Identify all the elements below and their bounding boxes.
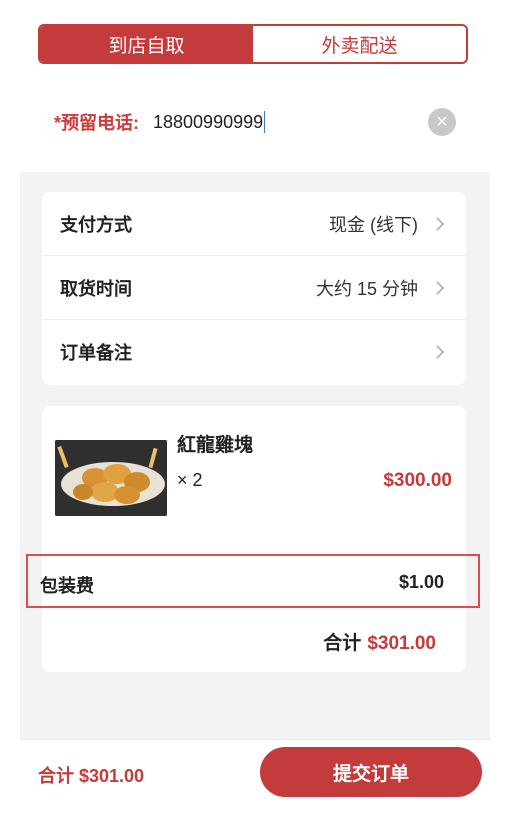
bottom-bar: 合计 $301.00 提交订单 <box>20 739 490 813</box>
subtotal-label: 合计 <box>323 633 362 654</box>
chevron-right-icon <box>436 280 445 295</box>
phone-label: *预留电话: <box>54 113 139 133</box>
tab-delivery[interactable]: 外卖配送 <box>253 26 466 62</box>
chevron-right-icon <box>436 216 445 231</box>
item-name: 紅龍雞塊 <box>177 435 254 456</box>
packaging-fee-label: 包装费 <box>40 576 94 596</box>
payment-method-row[interactable]: 支付方式 现金 (线下) <box>42 192 466 256</box>
payment-method-value: 现金 (线下) <box>329 214 418 235</box>
chicken-nuggets-photo <box>55 440 167 516</box>
chevron-right-icon <box>436 345 445 359</box>
pickup-time-value: 大约 15 分钟 <box>315 278 418 299</box>
pickup-time-row[interactable]: 取货时间 大约 15 分钟 <box>42 256 466 320</box>
item-price: $300.00 <box>383 470 452 491</box>
checkout-page: 到店自取 外卖配送 *预留电话: 18800990999 × 支付方式 现金 (… <box>20 0 490 813</box>
packaging-fee-row: 包装费 $1.00 <box>12 558 472 610</box>
submit-order-button[interactable]: 提交订单 <box>260 747 482 797</box>
header-area: 到店自取 外卖配送 *预留电话: 18800990999 × <box>20 0 490 172</box>
order-summary-card: 紅龍雞塊 × 2 $300.00 合计 $301.00 <box>42 406 466 672</box>
text-caret <box>264 111 266 133</box>
subtotal-amount: $301.00 <box>367 633 436 654</box>
bottom-total: 合计 $301.00 <box>38 766 145 786</box>
close-circle-icon[interactable]: × <box>428 108 456 136</box>
order-note-label: 订单备注 <box>60 343 132 363</box>
delivery-mode-toggle: 到店自取 外卖配送 <box>38 24 468 64</box>
phone-field[interactable]: *预留电话: 18800990999 × <box>54 106 456 138</box>
subtotal: 合计 $301.00 <box>323 628 436 655</box>
item-quantity: × 2 <box>177 470 203 490</box>
order-options-card: 支付方式 现金 (线下) 取货时间 大约 15 分钟 订单备注 <box>42 192 466 385</box>
pickup-time-label: 取货时间 <box>60 278 132 299</box>
order-note-row[interactable]: 订单备注 <box>42 320 466 384</box>
tab-pickup[interactable]: 到店自取 <box>40 26 253 62</box>
payment-method-label: 支付方式 <box>60 214 132 235</box>
phone-input[interactable]: 18800990999 <box>153 112 263 133</box>
packaging-fee-value: $1.00 <box>398 572 444 592</box>
